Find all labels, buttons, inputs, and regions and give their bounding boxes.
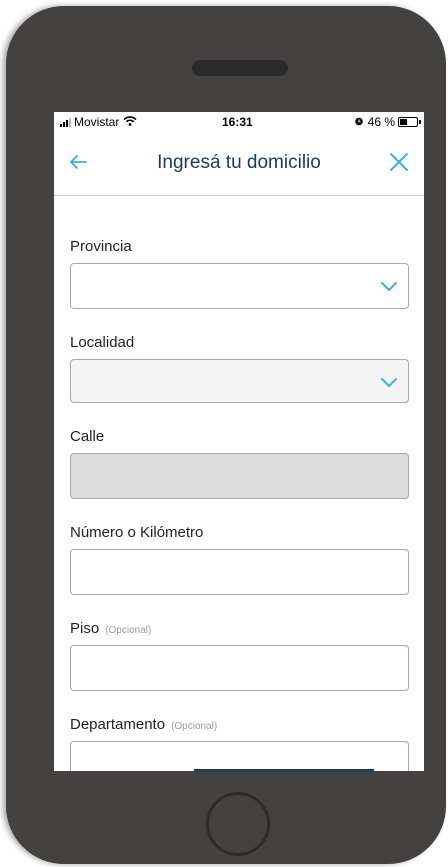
close-icon — [390, 153, 408, 171]
numero-input[interactable] — [70, 549, 409, 595]
stage: Movistar 16:31 46 % Ingresá tu domicilio… — [0, 0, 448, 867]
alarm-clock-icon — [354, 115, 364, 129]
departamento-label: Departamento (Opcional) — [70, 716, 217, 733]
provincia-label: Provincia — [70, 238, 132, 255]
chevron-down-icon — [381, 282, 397, 291]
back-button[interactable] — [66, 150, 90, 174]
numero-label: Número o Kilómetro — [70, 524, 204, 541]
localidad-select[interactable] — [70, 359, 409, 403]
status-right: 46 % — [354, 115, 421, 129]
phone-frame: Movistar 16:31 46 % Ingresá tu domicilio… — [6, 6, 446, 864]
status-left: Movistar — [60, 115, 137, 129]
page-title: Ingresá tu domicilio — [157, 152, 321, 173]
calle-input[interactable] — [70, 453, 409, 499]
departamento-optional-hint: (Opcional) — [171, 721, 218, 732]
piso-label: Piso (Opcional) — [70, 620, 151, 637]
piso-label-text: Piso — [70, 620, 100, 637]
carrier-name: Movistar — [74, 115, 120, 129]
calle-label: Calle — [70, 428, 105, 445]
phone-speaker — [192, 60, 288, 76]
piso-input[interactable] — [70, 645, 409, 691]
battery-percent: 46 % — [367, 115, 395, 129]
piso-optional-hint: (Opcional) — [105, 625, 152, 636]
provincia-select[interactable] — [70, 263, 409, 309]
phone-screen: Movistar 16:31 46 % Ingresá tu domicilio… — [54, 112, 424, 771]
arrow-left-icon — [70, 155, 87, 169]
wifi-icon — [123, 115, 137, 129]
close-button[interactable] — [388, 151, 410, 173]
signal-icon — [60, 117, 71, 127]
status-bar: Movistar 16:31 46 % — [54, 112, 424, 132]
chevron-down-icon — [381, 378, 397, 387]
home-button[interactable] — [206, 792, 270, 856]
status-time: 16:31 — [222, 115, 253, 129]
battery-icon — [398, 117, 421, 127]
departamento-input[interactable] — [70, 741, 409, 771]
nav-bar: Ingresá tu domicilio — [54, 132, 424, 196]
departamento-label-text: Departamento — [70, 716, 166, 733]
bottom-button-edge — [194, 769, 374, 771]
localidad-label: Localidad — [70, 334, 135, 351]
